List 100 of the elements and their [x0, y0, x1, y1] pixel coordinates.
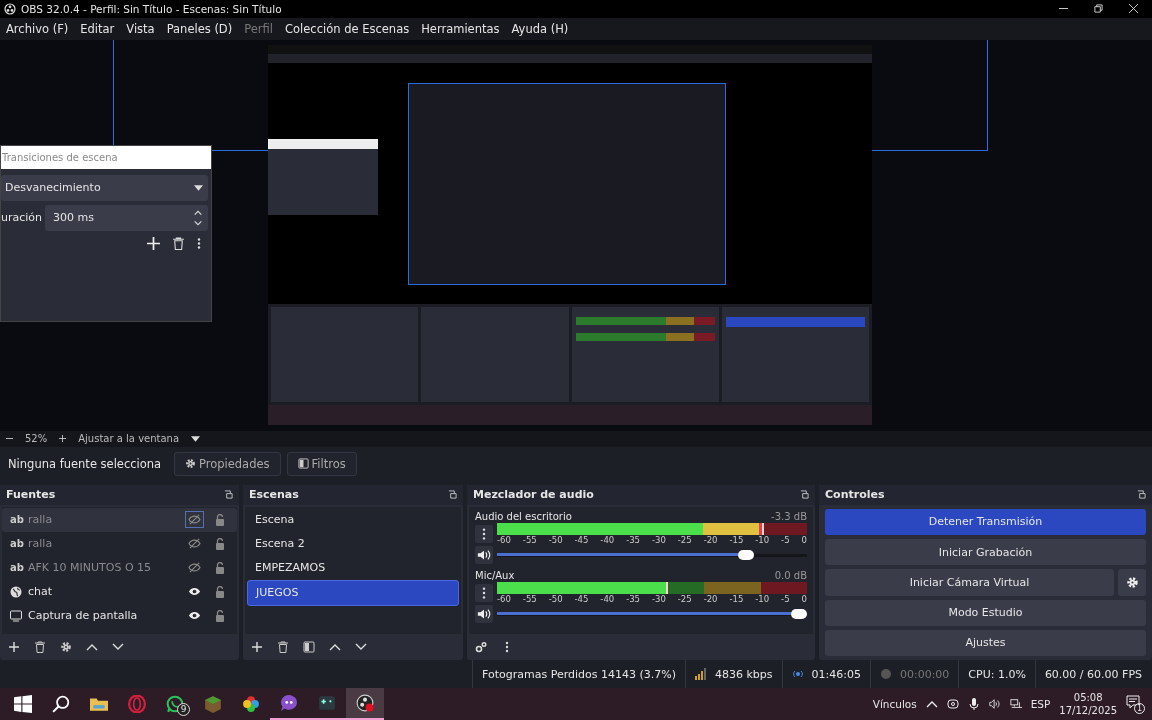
trash-icon[interactable] [34, 641, 46, 654]
phone-chat-icon[interactable] [166, 695, 184, 713]
trash-icon[interactable] [172, 236, 185, 250]
meter-tick: -20 [703, 534, 718, 545]
undock-icon[interactable] [800, 490, 809, 500]
undock-icon[interactable] [1137, 490, 1146, 500]
clock-time[interactable]: 05:08 [1073, 691, 1103, 704]
windows-logo-icon[interactable] [14, 695, 32, 713]
eye-crossed-icon[interactable] [188, 514, 201, 526]
meter-tick: -40 [600, 593, 615, 604]
notification-badge: 9 [177, 703, 190, 716]
source-item[interactable]: Captura de pantalla [2, 603, 237, 628]
channel-name: Mic/Aux [475, 569, 515, 581]
filters-icon[interactable] [303, 641, 315, 654]
source-name: ralla [28, 513, 54, 527]
duration-field[interactable]: 300 ms [45, 204, 208, 231]
slider-thumb[interactable] [738, 549, 755, 560]
control-button[interactable]: Modo Estudio [825, 599, 1146, 626]
source-item[interactable]: ab ralla [2, 507, 237, 532]
menu-item[interactable]: Editar [80, 21, 115, 36]
meter-tick: -55 [522, 593, 537, 604]
folder-icon[interactable] [90, 695, 108, 713]
notifications-icon[interactable] [1126, 695, 1140, 709]
source-item[interactable]: ab ralla [2, 531, 237, 556]
gear-icon[interactable] [1125, 575, 1139, 589]
zoom-in-icon[interactable] [59, 435, 67, 443]
menu-item[interactable]: Paneles (D) [166, 21, 233, 36]
meter-tick: -25 [677, 534, 692, 545]
transition-dropdown[interactable]: Desvanecimiento [1, 174, 208, 201]
taskbar-button[interactable] [346, 688, 384, 720]
add-icon[interactable] [251, 641, 263, 654]
record-logo-icon[interactable] [356, 694, 374, 712]
microphone-icon[interactable] [967, 698, 980, 710]
scene-item[interactable]: Escena 2 [247, 531, 459, 556]
scene-item[interactable]: EMPEZAMOS [247, 555, 459, 580]
lock-open-icon[interactable] [215, 585, 225, 598]
search-icon[interactable] [52, 695, 70, 713]
eye-icon[interactable] [188, 610, 201, 622]
control-button[interactable]: Iniciar Grabación [825, 538, 1146, 566]
source-name: chat [28, 585, 54, 599]
meter-tick: -10 [755, 534, 770, 545]
source-item[interactable]: chat [2, 579, 237, 604]
filters-button[interactable]: Filtros [286, 451, 357, 476]
speaker-icon[interactable] [475, 545, 493, 564]
channel-reading: -3.3 dB [771, 510, 807, 522]
lock-open-icon[interactable] [215, 561, 225, 574]
close-icon[interactable] [1129, 4, 1138, 14]
menu-item[interactable]: Herramientas [421, 21, 500, 36]
language-indicator[interactable]: ESP [1030, 698, 1051, 710]
lock-open-icon[interactable] [215, 513, 225, 526]
menu-item[interactable]: Ayuda (H) [511, 21, 569, 36]
grass-block-icon[interactable] [204, 695, 222, 713]
menu-item[interactable]: Colección de Escenas [285, 21, 410, 36]
speaker-icon[interactable] [475, 604, 493, 623]
panel-title: Controles [825, 488, 885, 502]
control-button[interactable]: Ajustes [825, 629, 1146, 657]
more-icon[interactable] [475, 524, 493, 543]
fit-window-dropdown[interactable]: Ajustar a la ventana [78, 433, 180, 445]
gear-icon[interactable] [185, 458, 196, 470]
menu-item[interactable]: Vista [126, 21, 155, 36]
eye-icon[interactable] [188, 586, 201, 598]
volume-icon[interactable] [988, 698, 1001, 710]
control-button[interactable]: Detener Transmisión [825, 508, 1146, 535]
scene-item[interactable]: Escena [247, 507, 459, 532]
undock-icon[interactable] [224, 490, 233, 500]
trash-icon[interactable] [277, 641, 289, 654]
camera-icon[interactable] [946, 698, 959, 710]
taskbar-button[interactable]: 9 [156, 688, 194, 720]
undock-icon[interactable] [448, 490, 457, 500]
scene-item[interactable]: JUEGOS [247, 579, 459, 606]
settings-button[interactable] [1118, 569, 1146, 596]
more-icon[interactable] [475, 583, 493, 602]
filters-icon[interactable] [297, 458, 309, 470]
add-icon[interactable] [8, 641, 20, 654]
add-icon[interactable] [147, 236, 160, 250]
restore-icon[interactable] [1094, 4, 1103, 14]
lock-open-icon[interactable] [215, 537, 225, 550]
slider-thumb[interactable] [791, 608, 807, 619]
ring-icon[interactable] [128, 695, 146, 713]
properties-button[interactable]: Propiedades [174, 451, 281, 476]
text-source-icon: ab [10, 538, 22, 550]
globe-icon [10, 585, 22, 598]
more-icon[interactable] [197, 236, 201, 250]
menu-item[interactable]: Archivo (F) [6, 21, 69, 36]
clock-date[interactable]: 17/12/2025 [1059, 704, 1117, 717]
caret-icon[interactable] [191, 435, 201, 442]
settings-icon[interactable] [60, 641, 72, 654]
eye-crossed-icon[interactable] [188, 538, 201, 550]
chat-bubble-icon[interactable] [280, 694, 298, 712]
links-toolbar[interactable]: Vínculos [872, 698, 917, 710]
gears-icon[interactable] [475, 641, 487, 654]
eye-crossed-icon[interactable] [188, 562, 201, 574]
gamepad-icon[interactable] [318, 694, 336, 712]
meter-tick: -30 [651, 593, 666, 604]
source-item[interactable]: ab AFK 10 MINUTOS O 15 [2, 555, 237, 580]
network-icon[interactable] [1009, 698, 1022, 710]
lock-open-icon[interactable] [215, 609, 225, 622]
stream-time: 01:46:05 [811, 667, 861, 681]
control-button[interactable]: Iniciar Cámara Virtual [825, 569, 1114, 596]
color-wheel-icon[interactable] [242, 695, 260, 713]
